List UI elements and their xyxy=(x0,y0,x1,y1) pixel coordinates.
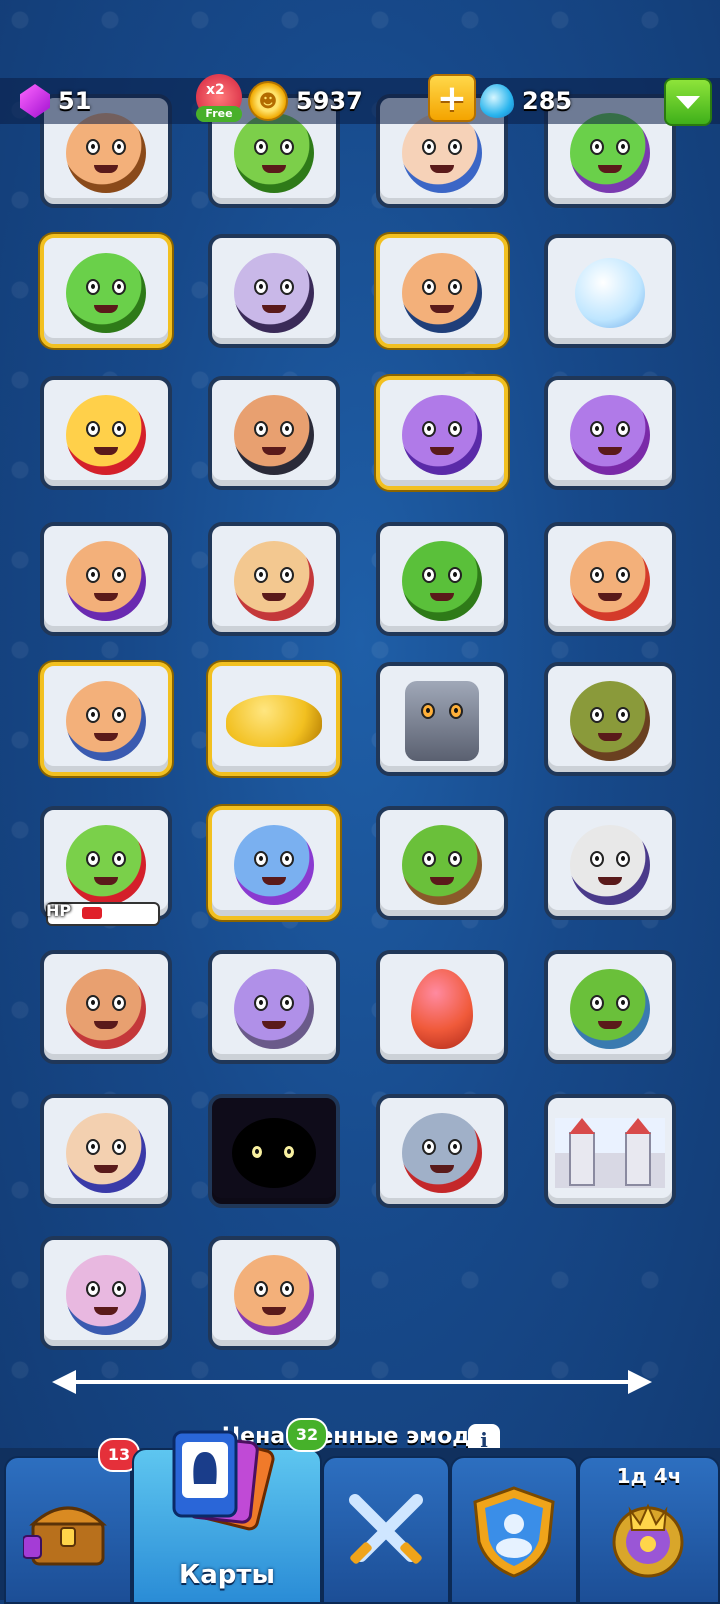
emoji-plague-mage[interactable] xyxy=(544,806,676,920)
menu-dropdown-button[interactable] xyxy=(664,78,712,126)
gem-icon xyxy=(20,84,50,118)
emoji-monk[interactable] xyxy=(208,376,340,490)
emoji-dragon-egg[interactable] xyxy=(376,950,508,1064)
free-boost-badge[interactable]: x2 Free xyxy=(196,74,242,122)
emoji-wolf[interactable] xyxy=(376,1094,508,1208)
hp-fill xyxy=(82,907,102,919)
crossed-swords-icon xyxy=(349,1494,423,1564)
cheerleader-icon xyxy=(570,541,650,622)
emoji-bunny-girl[interactable] xyxy=(208,806,340,920)
vampire-girl-duck-icon xyxy=(402,395,482,476)
ice-duck-icon xyxy=(575,258,645,329)
goblin-clouds-icon xyxy=(66,253,146,334)
vampire-lady-icon xyxy=(570,395,650,476)
emoji-icecream-kid[interactable] xyxy=(40,662,172,776)
hooded-girl-icon xyxy=(402,113,482,194)
plague-mage-icon xyxy=(570,825,650,906)
boost-free-label: Free xyxy=(196,106,242,122)
emoji-old-cactus[interactable] xyxy=(544,950,676,1064)
wolf-icon xyxy=(402,1113,482,1194)
crystals-counter[interactable]: 285 xyxy=(480,78,572,124)
jester-icon xyxy=(234,541,314,622)
emoji-witch-wand[interactable] xyxy=(40,522,172,636)
dwarf-cake-icon xyxy=(66,113,146,194)
boost-multiplier: x2 xyxy=(206,82,225,98)
cowboy-cactus-icon xyxy=(402,825,482,906)
season-timer: 1д 4ч xyxy=(616,1464,682,1488)
emoji-jester[interactable] xyxy=(208,522,340,636)
sorceress-icon xyxy=(234,1255,314,1336)
hp-bar: HP xyxy=(46,901,160,926)
emoji-genie-lamp[interactable] xyxy=(208,662,340,776)
monk-icon xyxy=(234,395,314,476)
meat-eater-icon xyxy=(234,969,314,1050)
emoji-meat-eater[interactable] xyxy=(208,950,340,1064)
genie-lamp-icon xyxy=(226,695,322,748)
scroll-line xyxy=(72,1380,632,1384)
tab-battle[interactable] xyxy=(322,1456,450,1604)
castle-icon xyxy=(555,1118,665,1189)
treant-icon xyxy=(570,681,650,762)
dizzy-goblin-icon xyxy=(66,825,146,906)
old-cactus-icon xyxy=(570,969,650,1050)
vampire-icon xyxy=(234,253,314,334)
emoji-castle[interactable] xyxy=(544,1094,676,1208)
emoji-treant[interactable] xyxy=(544,662,676,776)
emoji-vampire-lady[interactable] xyxy=(544,376,676,490)
season-crown-icon xyxy=(612,1503,684,1578)
emoji-cowboy-cactus[interactable] xyxy=(376,806,508,920)
witch-wand-icon xyxy=(66,541,146,622)
resource-bar: 51 ☻ 5937 285 xyxy=(0,78,720,124)
emoji-pirate[interactable] xyxy=(40,950,172,1064)
emoji-elf-mage[interactable] xyxy=(40,1236,172,1350)
icecream-kid-icon xyxy=(66,681,146,762)
golem-icon xyxy=(405,681,479,762)
gems-counter[interactable]: 51 xyxy=(20,78,91,124)
emoji-vampire[interactable] xyxy=(208,234,340,348)
clan-shield-icon xyxy=(473,1486,555,1578)
tab-season[interactable]: 1д 4ч xyxy=(578,1456,720,1604)
emoji-horn-flower[interactable] xyxy=(40,376,172,490)
coins-value: 5937 xyxy=(296,87,363,115)
hp-label: HP xyxy=(46,901,72,920)
add-coins-button[interactable]: + xyxy=(428,74,476,122)
witch-cactus-icon xyxy=(570,113,650,194)
boy-cap-icon xyxy=(402,253,482,334)
chest-icon xyxy=(23,1506,107,1566)
bunny-girl-icon xyxy=(234,825,314,906)
chevron-down-icon xyxy=(676,95,700,109)
horn-flower-icon xyxy=(66,395,146,476)
arrow-right-icon xyxy=(628,1370,652,1394)
pirate-icon xyxy=(66,969,146,1050)
emoji-goblin-clouds[interactable] xyxy=(40,234,172,348)
cactus-drink-icon xyxy=(234,113,314,194)
emoji-boy-cap[interactable] xyxy=(376,234,508,348)
tab-cards-label: Карты xyxy=(179,1560,275,1590)
cards-icon xyxy=(172,1430,275,1531)
elf-mage-icon xyxy=(66,1255,146,1336)
emoji-old-wizard[interactable] xyxy=(40,1094,172,1208)
cactus-sunglasses-icon xyxy=(402,541,482,622)
emoji-vampire-girl-duck[interactable] xyxy=(376,376,508,490)
emoji-sorceress[interactable] xyxy=(208,1236,340,1350)
old-wizard-icon xyxy=(66,1113,146,1194)
crystals-value: 285 xyxy=(522,87,573,115)
emoji-golem[interactable] xyxy=(376,662,508,776)
tab-clan[interactable] xyxy=(450,1456,578,1604)
dragon-egg-icon xyxy=(411,969,473,1050)
horizontal-scroll-arrows[interactable] xyxy=(52,1370,652,1394)
coin-icon: ☻ xyxy=(248,81,288,121)
coins-counter[interactable]: ☻ 5937 xyxy=(248,78,363,124)
crystal-drop-icon xyxy=(480,84,514,118)
emoji-cactus-sunglasses[interactable] xyxy=(376,522,508,636)
emoji-ice-duck[interactable] xyxy=(544,234,676,348)
gems-value: 51 xyxy=(58,87,92,115)
emoji-shadow-cat[interactable] xyxy=(208,1094,340,1208)
shadow-cat-icon xyxy=(232,1118,316,1189)
tab-chests[interactable]: 13 xyxy=(4,1438,140,1604)
tab-cards[interactable]: 32 Карты xyxy=(132,1418,328,1604)
emoji-cheerleader[interactable] xyxy=(544,522,676,636)
cards-badge: 32 xyxy=(286,1418,328,1452)
